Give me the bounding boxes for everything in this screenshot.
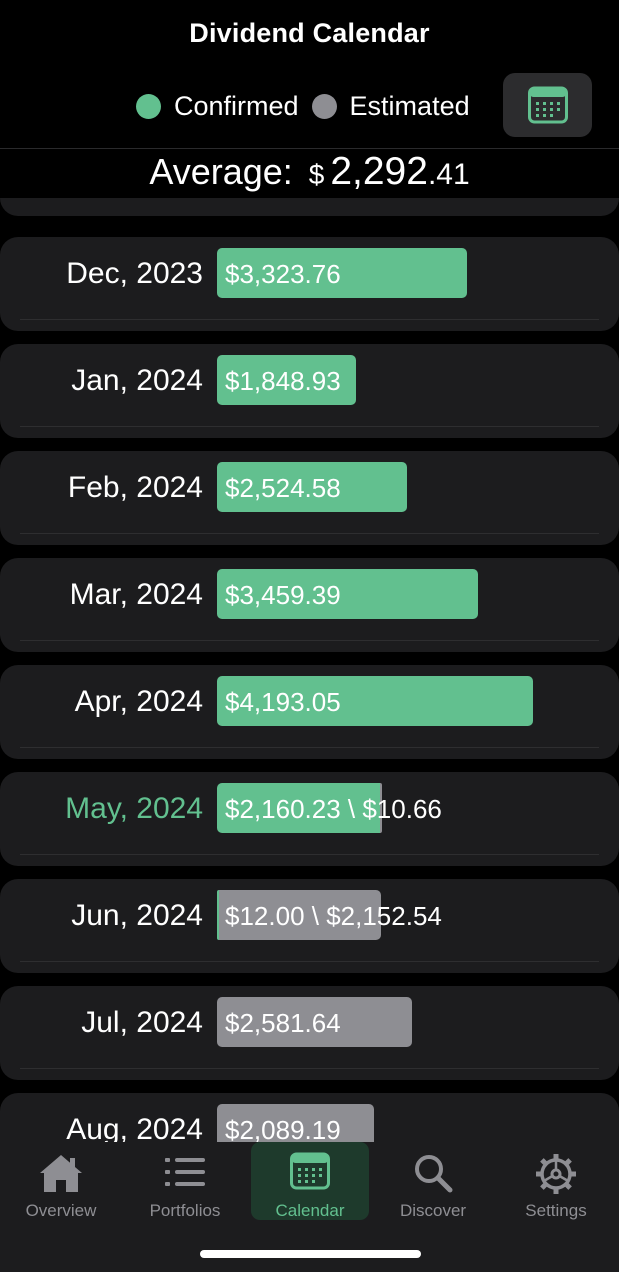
row-divider — [20, 747, 599, 748]
month-label: May, 2024 — [65, 792, 203, 825]
legend: Confirmed Estimated — [136, 88, 470, 124]
month-amount: $2,581.64 — [225, 1008, 341, 1038]
month-card[interactable]: May, 2024 $2,160.23 \ $10.66 — [0, 772, 619, 866]
search-icon — [415, 1155, 453, 1193]
average-integer: 2,292 — [330, 150, 428, 193]
tab-settings[interactable]: Settings — [497, 1142, 615, 1220]
month-label: Jul, 2024 — [81, 1006, 203, 1039]
home-indicator[interactable] — [200, 1250, 421, 1258]
month-label: Dec, 2023 — [66, 257, 203, 290]
month-amount: $12.00 \ $2,152.54 — [225, 901, 442, 931]
month-card[interactable]: Apr, 2024 $4,193.05 — [0, 665, 619, 759]
month-card[interactable]: Jun, 2024 $12.00 \ $2,152.54 — [0, 879, 619, 973]
row-divider — [20, 640, 599, 641]
row-divider — [20, 854, 599, 855]
tab-discover-label: Discover — [399, 1201, 467, 1220]
average-label: Average: — [149, 151, 293, 192]
month-list[interactable]: Dec, 2023 $3,323.76 Jan, 2024 $1,848.93 Feb,… — [0, 198, 619, 1142]
row-divider — [20, 533, 599, 534]
month-amount: $3,459.39 — [225, 580, 341, 610]
row-divider — [20, 319, 599, 320]
month-card[interactable]: Jul, 2024 $2,581.64 — [0, 986, 619, 1080]
month-amount: $3,323.76 — [225, 259, 341, 289]
month-label: Apr, 2024 — [74, 685, 203, 718]
tab-discover[interactable]: Discover — [374, 1142, 492, 1220]
month-amount: $2,160.23 \ $10.66 — [225, 794, 442, 824]
calendar-icon — [290, 1152, 330, 1190]
month-amount: $1,848.93 — [225, 366, 341, 396]
tab-portfolios-label: Portfolios — [149, 1201, 221, 1220]
row-divider — [20, 1068, 599, 1069]
legend-estimated: Estimated — [311, 90, 470, 122]
tab-overview[interactable]: Overview — [2, 1142, 120, 1220]
tab-calendar-label: Calendar — [275, 1201, 345, 1220]
tab-calendar[interactable]: Calendar — [251, 1142, 369, 1220]
month-label: Feb, 2024 — [67, 471, 203, 504]
dividend-calendar-screen: Dividend Calendar Confirmed Estimated Av… — [0, 0, 619, 1272]
legend-estimated-label: Estimated — [349, 90, 470, 121]
month-label: Jan, 2024 — [71, 364, 203, 397]
row-divider — [20, 961, 599, 962]
average-currency: $ — [308, 159, 325, 190]
tab-portfolios[interactable]: Portfolios — [126, 1142, 244, 1220]
confirmed-dot — [136, 93, 161, 119]
tab-settings-label: Settings — [525, 1201, 587, 1220]
legend-confirmed-label: Confirmed — [174, 90, 299, 121]
tab-overview-label: Overview — [25, 1201, 97, 1220]
gear-icon — [536, 1154, 576, 1194]
month-card[interactable]: Feb, 2024 $2,524.58 — [0, 451, 619, 545]
month-amount: $2,524.58 — [225, 473, 341, 503]
average-summary: Average: $ 2,292 .41 — [0, 150, 619, 198]
month-label: Mar, 2024 — [69, 578, 203, 611]
row-divider — [20, 426, 599, 427]
legend-confirmed: Confirmed — [136, 91, 299, 122]
page-title: Dividend Calendar — [189, 18, 430, 48]
month-card[interactable]: Mar, 2024 $3,459.39 — [0, 558, 619, 652]
month-card[interactable]: Aug, 2024 $2,089.19 — [0, 1093, 619, 1142]
header-divider — [0, 148, 619, 149]
month-label: Aug, 2024 — [66, 1113, 203, 1142]
calendar-view-button[interactable] — [503, 73, 592, 137]
month-card-partial — [0, 198, 619, 216]
month-card[interactable]: Jan, 2024 $1,848.93 — [0, 344, 619, 438]
month-card[interactable]: Dec, 2023 $3,323.76 — [0, 237, 619, 331]
average-decimal: .41 — [427, 158, 470, 191]
list-icon — [165, 1158, 205, 1186]
month-label: Jun, 2024 — [71, 899, 203, 932]
home-icon — [40, 1155, 82, 1192]
month-amount: $4,193.05 — [225, 687, 341, 717]
estimated-dot — [311, 93, 337, 119]
calendar-icon — [527, 86, 568, 124]
month-amount: $2,089.19 — [225, 1115, 341, 1142]
